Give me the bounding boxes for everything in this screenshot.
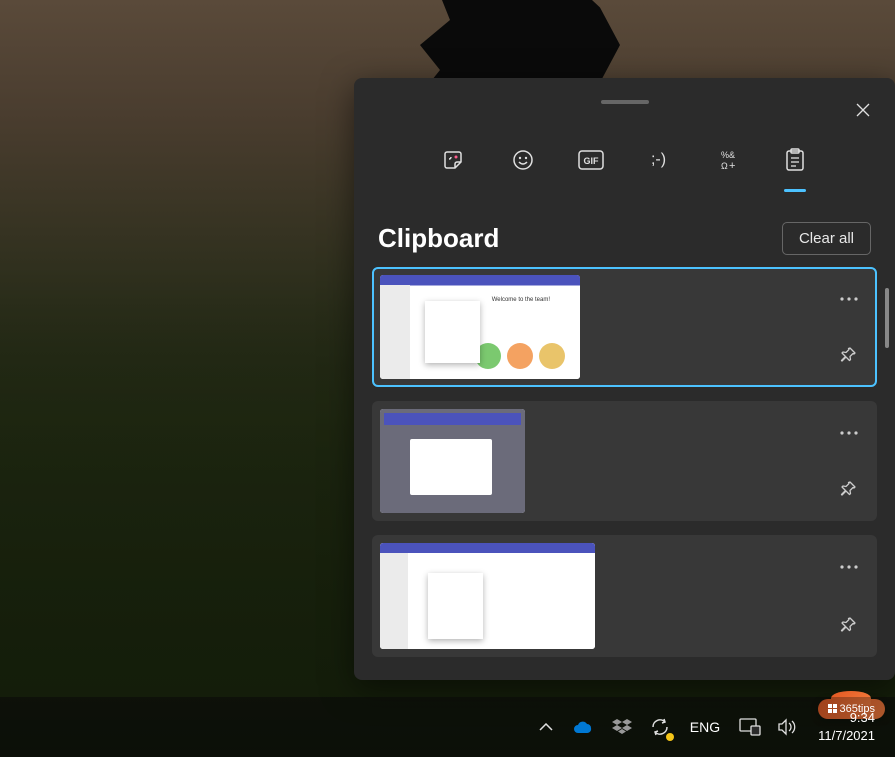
clipboard-items-list[interactable]: Welcome to the team! — [354, 267, 895, 667]
clipboard-item[interactable] — [372, 535, 877, 657]
close-button[interactable] — [845, 92, 881, 128]
clipboard-item[interactable]: Welcome to the team! — [372, 267, 877, 387]
tab-stickers[interactable] — [435, 140, 475, 180]
clipboard-icon — [785, 148, 805, 172]
symbols-icon: % & Ω + — [716, 149, 738, 171]
clipboard-thumbnail: Welcome to the team! — [380, 275, 580, 379]
tray-monitor[interactable] — [738, 715, 762, 739]
clear-all-button[interactable]: Clear all — [782, 222, 871, 255]
dropbox-icon — [612, 718, 632, 736]
gif-icon: GIF — [578, 150, 604, 170]
tray-volume[interactable] — [776, 715, 800, 739]
more-icon — [840, 431, 858, 435]
scrollbar-thumb[interactable] — [885, 288, 889, 348]
taskbar: ENG 9:34 11/7/2021 — [0, 697, 895, 757]
more-options-button[interactable] — [833, 417, 865, 449]
pin-button[interactable] — [833, 473, 865, 505]
more-icon — [840, 565, 858, 569]
more-options-button[interactable] — [833, 551, 865, 583]
more-options-button[interactable] — [833, 283, 865, 315]
emoji-clipboard-panel: GIF ;-) % & Ω + Clipboard Clea — [354, 78, 895, 680]
section-title: Clipboard — [378, 223, 499, 254]
category-tabs: GIF ;-) % & Ω + — [354, 140, 895, 180]
tab-emoji[interactable] — [503, 140, 543, 180]
tab-gif[interactable]: GIF — [571, 140, 611, 180]
pin-icon — [840, 346, 858, 364]
taskbar-date: 11/7/2021 — [818, 727, 875, 745]
clipboard-thumbnail — [380, 543, 595, 649]
close-icon — [856, 103, 870, 117]
kaomoji-icon: ;-) — [651, 151, 666, 169]
svg-text:GIF: GIF — [583, 156, 599, 166]
smile-icon — [511, 148, 535, 172]
svg-text:%: % — [721, 150, 729, 160]
language-indicator[interactable]: ENG — [686, 719, 724, 735]
more-icon — [840, 297, 858, 301]
tray-sync[interactable] — [648, 715, 672, 739]
sync-icon — [650, 717, 670, 737]
chevron-up-icon — [539, 723, 553, 731]
svg-text:&: & — [729, 150, 735, 160]
svg-text:+: + — [729, 160, 735, 171]
office-icon — [828, 704, 838, 714]
volume-icon — [778, 718, 798, 736]
pin-icon — [840, 480, 858, 498]
tab-kaomoji[interactable]: ;-) — [639, 140, 679, 180]
onedrive-icon — [573, 720, 595, 734]
monitor-icon — [739, 718, 761, 736]
tab-symbols[interactable]: % & Ω + — [707, 140, 747, 180]
clipboard-thumbnail — [380, 409, 525, 513]
clipboard-item[interactable] — [372, 401, 877, 521]
sticker-icon — [443, 148, 467, 172]
tray-dropbox[interactable] — [610, 715, 634, 739]
tray-chevron-up[interactable] — [534, 715, 558, 739]
watermark-text: 365tips — [840, 703, 875, 715]
pin-icon — [840, 616, 858, 634]
tray-onedrive[interactable] — [572, 715, 596, 739]
svg-text:Ω: Ω — [721, 161, 728, 171]
panel-drag-handle[interactable] — [601, 100, 649, 104]
tab-clipboard[interactable] — [775, 140, 815, 180]
pin-button[interactable] — [833, 339, 865, 371]
pin-button[interactable] — [833, 609, 865, 641]
